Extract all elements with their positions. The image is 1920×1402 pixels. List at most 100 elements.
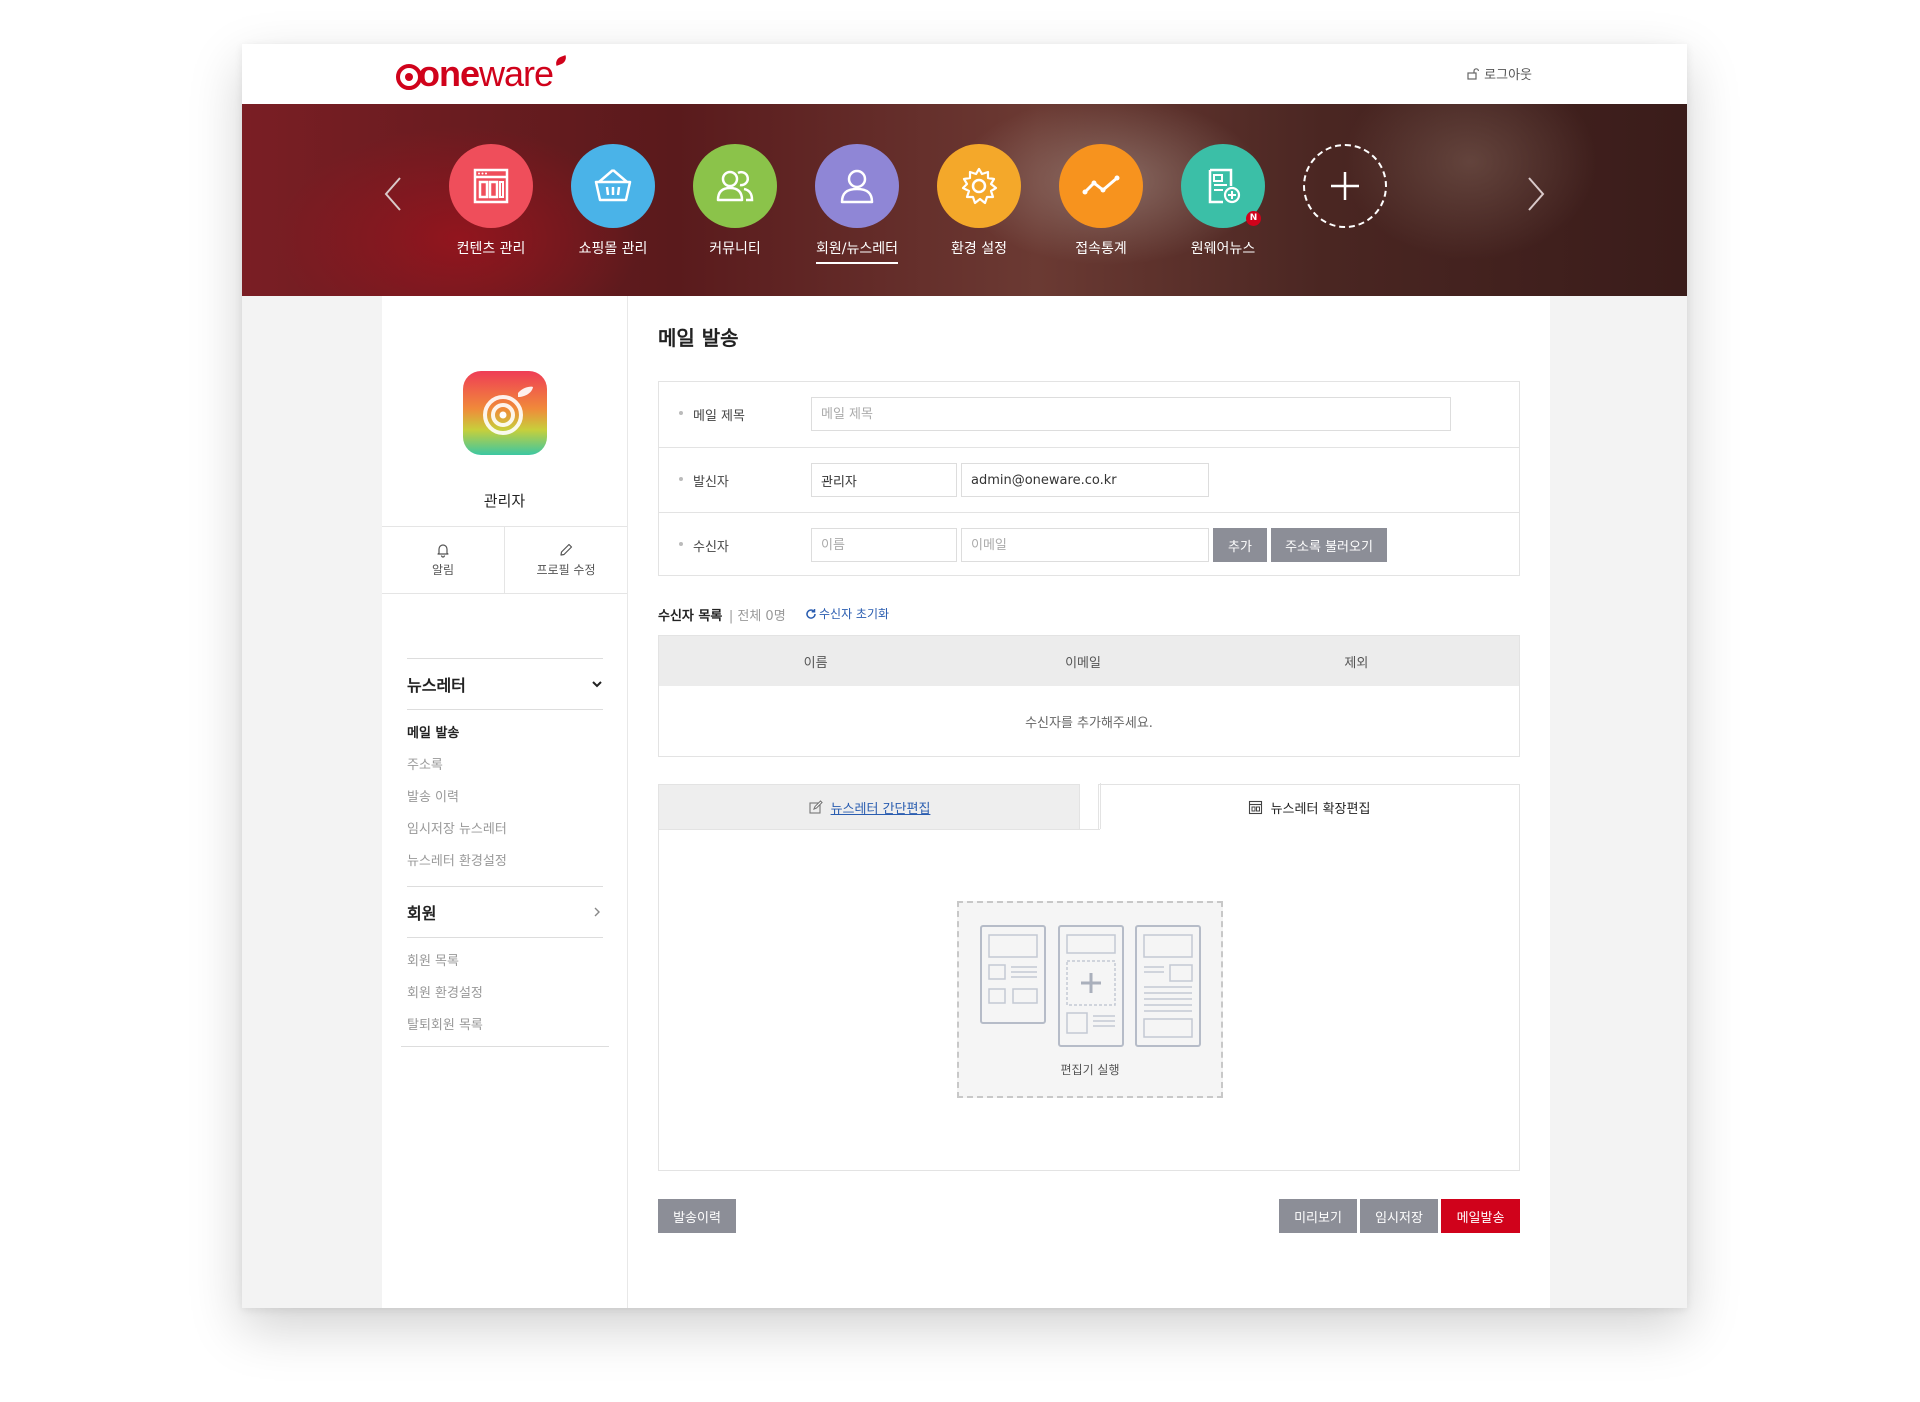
refresh-icon [806,608,816,619]
tab-simple-edit[interactable]: 뉴스레터 간단편집 [658,784,1080,830]
app-window: one ware 로그아웃 컨텐츠 관리 쇼핑몰 관리 커뮤니티 회원/뉴스레터… [242,44,1687,1308]
temp-save-button[interactable]: 임시저장 [1360,1199,1438,1233]
logo-ring-icon [396,64,422,90]
chevron-right-icon [594,907,600,917]
nav-item-send-history[interactable]: 발송 이력 [407,782,603,814]
nav-head-label: 뉴스레터 [407,676,466,695]
load-address-book-button[interactable]: 주소록 불러오기 [1271,528,1387,562]
logout-button[interactable]: 로그아웃 [1467,64,1532,83]
mail-form: 메일 제목 발신자 수신자 추가 주소록 불러오기 [658,381,1520,576]
nav-head-label: 회원 [407,904,437,923]
menu-label: 컨텐츠 관리 [456,241,526,257]
pencil-icon [560,543,573,556]
nav-item-send-mail[interactable]: 메일 발송 [407,718,603,750]
preview-button[interactable]: 미리보기 [1279,1199,1357,1233]
launch-editor-label: 편집기 실행 [1060,1063,1120,1077]
nav-group-newsletter: 뉴스레터 메일 발송 주소록 발송 이력 임시저장 뉴스레터 뉴스레터 환경설정 [407,658,603,884]
editor-tabs: 뉴스레터 간단편집 뉴스레터 확장편집 편집기 실행 [658,783,1520,1171]
launch-editor-button[interactable]: 편집기 실행 [957,901,1223,1098]
menu-label: 커뮤니티 [709,241,761,257]
prev-arrow-icon[interactable] [382,176,404,212]
sidebar: 관리자 알림 프로필 수정 뉴스레터 메일 발송 주소록 발송 이력 임시저장 … [382,296,628,1308]
send-history-button[interactable]: 발송이력 [658,1199,736,1233]
new-badge: N [1246,211,1261,226]
menu-member-newsletter[interactable]: 회원/뉴스레터 [796,144,918,264]
nav-head-newsletter[interactable]: 뉴스레터 [407,658,603,710]
notification-label: 알림 [431,563,455,577]
next-arrow-icon[interactable] [1525,176,1547,212]
logo-leaf-icon [554,54,568,66]
member-menu-list: 회원 목록 회원 환경설정 탈퇴회원 목록 [407,938,603,1048]
nav-item-address-book[interactable]: 주소록 [407,750,603,782]
subject-label: 메일 제목 [679,405,745,424]
nav-item-member-list[interactable]: 회원 목록 [407,946,603,978]
menu-settings[interactable]: 환경 설정 [918,144,1040,262]
editor-templates-icon [980,925,1201,1047]
edit-profile-label: 프로필 수정 [536,563,596,577]
form-row-sender: 발신자 [659,447,1519,512]
edit-note-icon [809,799,823,814]
logout-label: 로그아웃 [1484,68,1532,83]
content-area: 관리자 알림 프로필 수정 뉴스레터 메일 발송 주소록 발송 이력 임시저장 … [382,296,1550,1308]
profile-avatar [463,371,547,455]
unlock-icon [1467,67,1480,80]
nav-item-withdrawn-members[interactable]: 탈퇴회원 목록 [407,1010,603,1042]
add-recipient-button[interactable]: 추가 [1213,528,1267,562]
oneware-logo[interactable]: one ware [396,53,568,94]
menu-label: 접속통계 [1075,241,1127,257]
bell-icon [437,544,449,558]
empty-table-message: 수신자를 추가해주세요. [1025,715,1153,731]
chevron-down-icon [592,681,602,688]
menu-oneware-news[interactable]: N 원웨어뉴스 [1162,144,1284,262]
sender-email-input[interactable] [961,463,1209,497]
top-bar: one ware 로그아웃 [242,44,1687,104]
menu-add[interactable] [1284,144,1406,228]
recipient-label: 수신자 [679,536,729,555]
column-header-exclude: 제외 [1344,655,1369,671]
column-header-name: 이름 [803,655,828,671]
nav-item-draft-newsletter[interactable]: 임시저장 뉴스레터 [407,814,603,846]
nav-item-newsletter-settings[interactable]: 뉴스레터 환경설정 [407,846,603,878]
nav-item-member-settings[interactable]: 회원 환경설정 [407,978,603,1010]
form-row-recipient: 수신자 추가 주소록 불러오기 [659,512,1519,577]
tab-simple-edit-label: 뉴스레터 간단편집 [830,801,931,817]
tab-extended-edit-label: 뉴스레터 확장편집 [1270,802,1371,817]
reset-recipients-link[interactable]: 수신자 초기화 [805,605,889,622]
menu-content-management[interactable]: 컨텐츠 관리 [430,144,552,262]
target-logo-icon [483,386,533,435]
plus-icon [1303,144,1387,228]
recipient-list-title: 수신자 목록 [658,609,723,624]
menu-label: 원웨어뉴스 [1190,241,1256,257]
tab-extended-edit[interactable]: 뉴스레터 확장편집 [1098,784,1520,830]
layout-grid-icon [1248,800,1262,815]
recipient-list-heading: 수신자 목록 | 전체 0명 [658,605,786,624]
nav-head-member[interactable]: 회원 [407,886,603,938]
menu-label: 회원/뉴스레터 [816,238,898,264]
send-mail-button[interactable]: 메일발송 [1441,1199,1520,1233]
column-header-email: 이메일 [1065,655,1101,671]
logo-text-one: one [418,53,480,94]
editor-tab-panel: 편집기 실행 [658,783,1520,1171]
menu-label: 쇼핑몰 관리 [578,241,648,257]
subject-input[interactable] [811,397,1451,431]
user-icon [815,144,899,228]
notification-button[interactable]: 알림 [382,527,504,593]
recipient-name-input[interactable] [811,528,957,562]
main-menu-banner: 컨텐츠 관리 쇼핑몰 관리 커뮤니티 회원/뉴스레터 환경 설정 접속통계 N … [242,104,1687,296]
recipient-count: | 전체 0명 [728,609,786,624]
menu-community[interactable]: 커뮤니티 [674,144,796,262]
recipient-table: 이름 이메일 제외 수신자를 추가해주세요. [658,635,1520,757]
menu-statistics[interactable]: 접속통계 [1040,144,1162,262]
chart-line-icon [1059,144,1143,228]
recipient-email-input[interactable] [961,528,1209,562]
edit-profile-button[interactable]: 프로필 수정 [504,527,627,593]
layout-icon [449,144,533,228]
sender-name-input[interactable] [811,463,957,497]
profile-name: 관리자 [483,492,526,510]
form-row-subject: 메일 제목 [659,382,1519,447]
menu-shopping-mall[interactable]: 쇼핑몰 관리 [552,144,674,262]
sidebar-divider [401,1046,609,1047]
page-title: 메일 발송 [658,326,739,350]
reset-recipients-label: 수신자 초기화 [819,607,890,621]
sender-label: 발신자 [679,471,729,490]
